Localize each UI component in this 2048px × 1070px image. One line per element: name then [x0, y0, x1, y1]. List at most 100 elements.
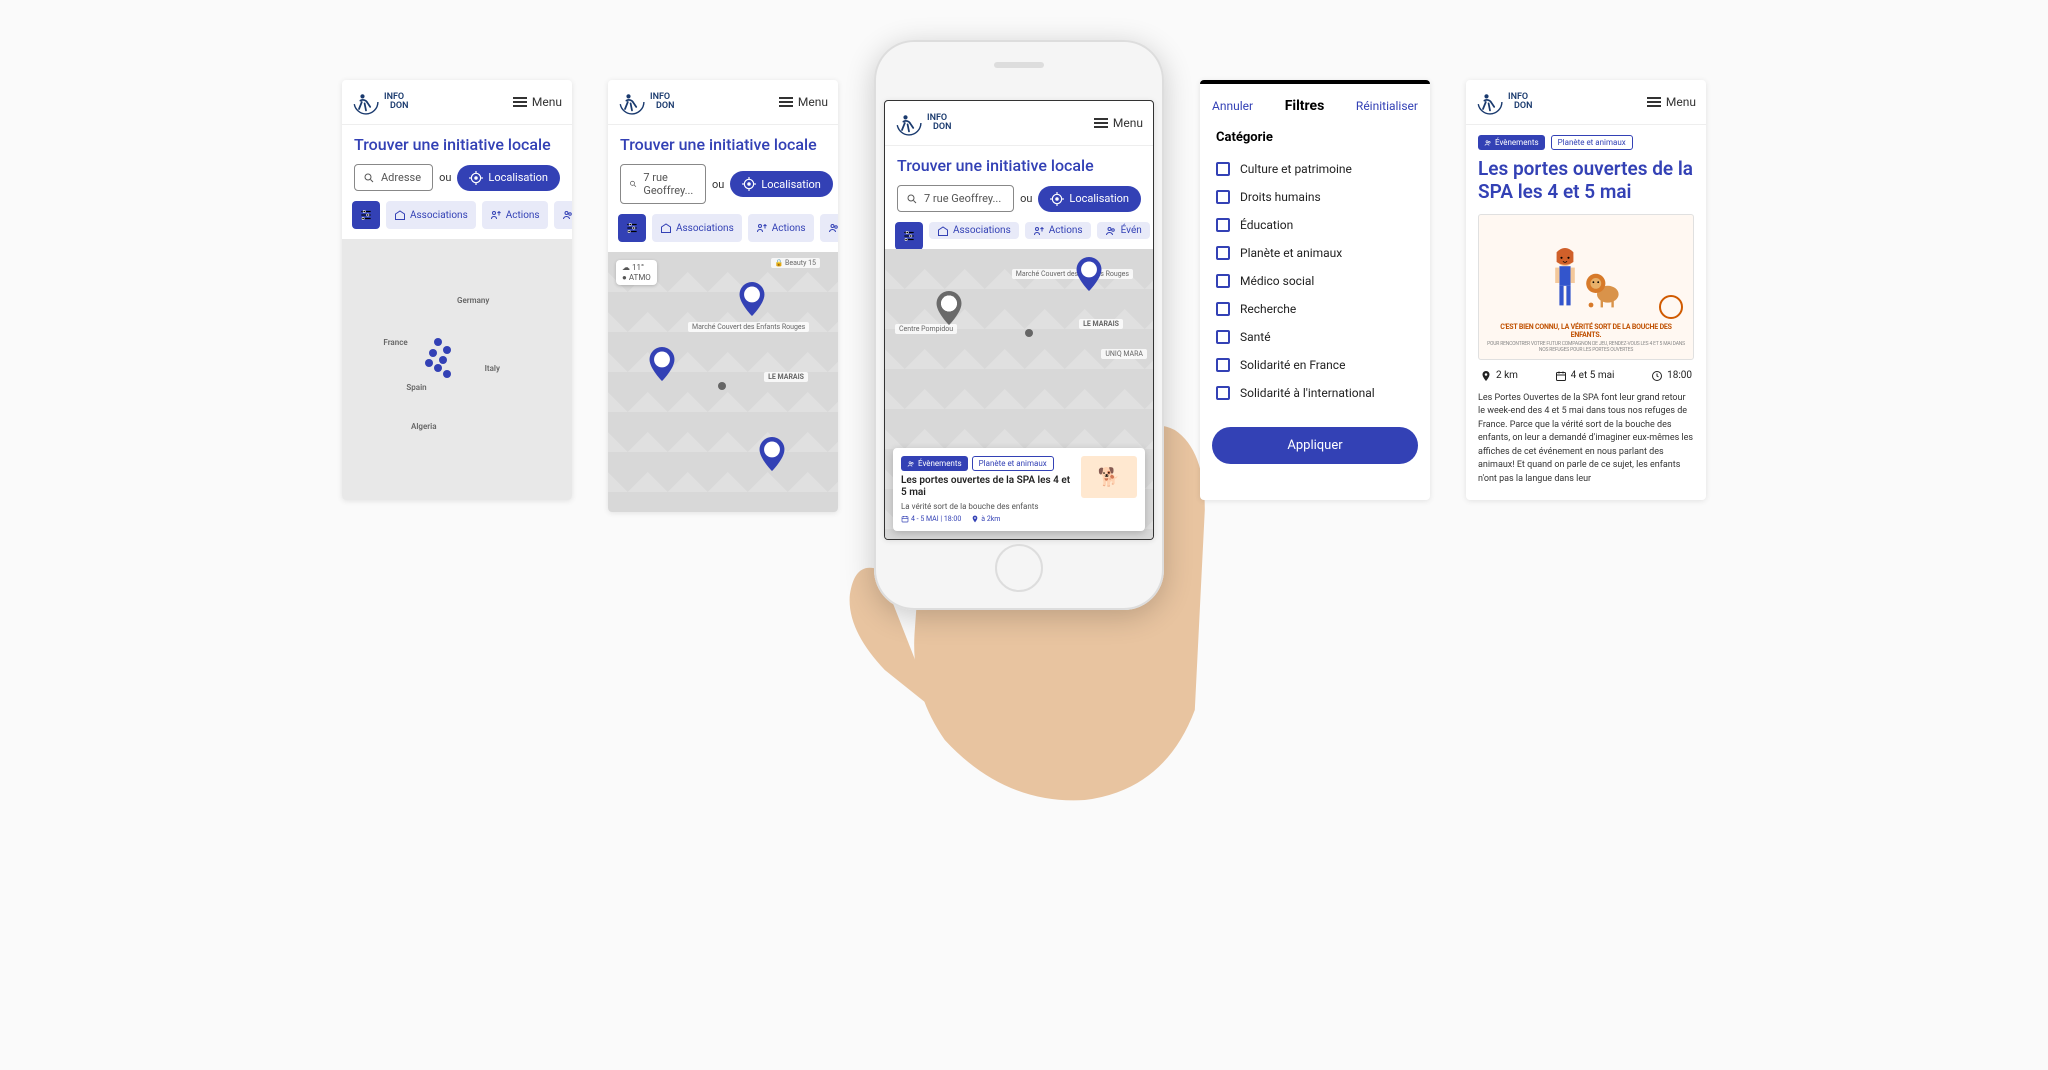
menu-button[interactable]: Menu [1647, 95, 1696, 109]
calendar-icon [1555, 370, 1567, 382]
checkbox-icon [1216, 330, 1230, 344]
category-item[interactable]: Solidarité en France [1216, 351, 1414, 379]
category-label: Solidarité en France [1240, 358, 1345, 372]
lion-drawing-icon [1585, 269, 1621, 311]
checkbox-icon [1216, 190, 1230, 204]
map-pin[interactable] [648, 347, 676, 381]
event-card[interactable]: Évènements Planète et animaux Les portes… [893, 448, 1145, 531]
checkbox-icon [1216, 386, 1230, 400]
tag-category: Planète et animaux [972, 456, 1054, 471]
cancel-link[interactable]: Annuler [1212, 99, 1253, 113]
search-icon [363, 172, 375, 184]
chip-actions[interactable]: Actions [482, 201, 548, 229]
assoc-icon [394, 209, 406, 221]
map-pin[interactable] [1075, 257, 1103, 291]
chip-associations[interactable]: Associations [386, 201, 476, 229]
event-thumbnail: 🐕 [1081, 456, 1137, 498]
screen-results: INFODON Menu Trouver une initiative loca… [608, 80, 838, 512]
category-item[interactable]: Droits humains [1216, 183, 1414, 211]
screen-detail: INFODON Menu Évènements Planète et anima… [1466, 80, 1706, 500]
category-item[interactable]: Recherche [1216, 295, 1414, 323]
chip-associations[interactable]: Associations [652, 214, 742, 242]
address-input[interactable]: 7 rue Geoffrey... [620, 164, 706, 204]
page-title: Trouver une initiative locale [354, 135, 560, 154]
menu-button[interactable]: Menu [513, 95, 562, 109]
clock-icon [1651, 370, 1663, 382]
locate-button[interactable]: Localisation [457, 165, 560, 191]
screen-filters: Annuler Filtres Réinitialiser Catégorie … [1200, 80, 1430, 500]
topbar: INFODON Menu [342, 80, 572, 125]
actions-icon [490, 209, 502, 221]
checkbox-icon [1216, 162, 1230, 176]
category-item[interactable]: Médico social [1216, 267, 1414, 295]
map-pin[interactable] [738, 282, 766, 316]
logo[interactable]: INFODON [895, 109, 951, 137]
category-list: Culture et patrimoine Droits humains Éduca… [1200, 151, 1430, 419]
menu-button[interactable]: Menu [779, 95, 828, 109]
tag-events: Évènements [1478, 135, 1545, 150]
weather-badge: ☁ 11° ● ATMO [616, 260, 657, 285]
filters-button[interactable] [895, 222, 923, 249]
category-item[interactable]: Santé [1216, 323, 1414, 351]
screen-phone: INFODON Menu Trouver une initiative loca… [874, 40, 1164, 610]
chip-associations[interactable]: Associations [929, 222, 1019, 239]
filters-button[interactable] [352, 201, 380, 229]
filters-button[interactable] [618, 214, 646, 242]
checkbox-icon [1216, 246, 1230, 260]
category-label: Recherche [1240, 302, 1296, 316]
filter-chips: Associations Actions Évén [342, 201, 572, 239]
logo[interactable]: INFODON [618, 88, 674, 116]
target-icon [469, 171, 483, 185]
category-heading: Catégorie [1200, 124, 1430, 151]
sliders-icon [359, 208, 373, 222]
events-icon [562, 209, 572, 221]
chip-events[interactable]: Évén [1097, 222, 1150, 239]
checkbox-icon [1216, 302, 1230, 316]
chip-actions[interactable]: Actions [748, 214, 814, 242]
girl-drawing-icon [1551, 248, 1579, 311]
modal-header: Annuler Filtres Réinitialiser [1200, 80, 1430, 124]
logo-icon [352, 88, 380, 116]
category-item[interactable]: Éducation [1216, 211, 1414, 239]
chip-events[interactable]: Évén [820, 214, 838, 242]
checkbox-icon [1216, 274, 1230, 288]
search-icon [629, 178, 637, 190]
poster-caption: C'EST BIEN CONNU, LA VÉRITÉ SORT DE LA B… [1485, 323, 1687, 353]
apply-button[interactable]: Appliquer [1212, 427, 1418, 464]
reset-link[interactable]: Réinitialiser [1356, 99, 1418, 113]
event-title: Les portes ouvertes de la SPA les 4 et 5… [901, 475, 1073, 499]
map-pin-inactive[interactable] [935, 291, 963, 325]
category-label: Éducation [1240, 218, 1293, 232]
menu-button[interactable]: Menu [1094, 116, 1143, 130]
checkbox-icon [1216, 358, 1230, 372]
category-label: Culture et patrimoine [1240, 162, 1352, 176]
meta-date: 4 et 5 mai [1555, 370, 1615, 382]
meta-time: 18:00 [1651, 370, 1692, 382]
category-item[interactable]: Solidarité à l'international [1216, 379, 1414, 407]
location-icon [1480, 370, 1492, 382]
checkbox-icon [1216, 218, 1230, 232]
map-city[interactable]: Marché Couvert des Enfants Rouges Centre… [885, 249, 1153, 539]
detail-description: Les Portes Ouvertes de la SPA font leur … [1466, 392, 1706, 499]
locate-button[interactable]: Localisation [1038, 186, 1141, 212]
locate-button[interactable]: Localisation [730, 171, 833, 197]
category-label: Droits humains [1240, 190, 1321, 204]
map-pin[interactable] [758, 437, 786, 471]
chip-events[interactable]: Évén [554, 201, 572, 229]
map-world[interactable]: Germany France Spain Algeria Italy [342, 239, 572, 500]
tag-category: Planète et animaux [1551, 135, 1633, 150]
tag-events: Évènements [901, 456, 968, 471]
address-input[interactable]: 7 rue Geoffrey... [897, 185, 1014, 212]
meta-distance: 2 km [1480, 370, 1518, 382]
hamburger-icon [513, 97, 527, 107]
event-poster: C'EST BIEN CONNU, LA VÉRITÉ SORT DE LA B… [1478, 214, 1694, 360]
map-city[interactable]: ☁ 11° ● ATMO 🔒 Beauty 15 Marché Couvert … [608, 252, 838, 512]
category-item[interactable]: Planète et animaux [1216, 239, 1414, 267]
logo[interactable]: INFODON [352, 88, 408, 116]
address-input[interactable]: Adresse [354, 164, 433, 191]
category-label: Planète et animaux [1240, 246, 1342, 260]
logo[interactable]: INFODON [1476, 88, 1532, 116]
category-label: Solidarité à l'international [1240, 386, 1375, 400]
chip-actions[interactable]: Actions [1025, 222, 1091, 239]
category-item[interactable]: Culture et patrimoine [1216, 155, 1414, 183]
